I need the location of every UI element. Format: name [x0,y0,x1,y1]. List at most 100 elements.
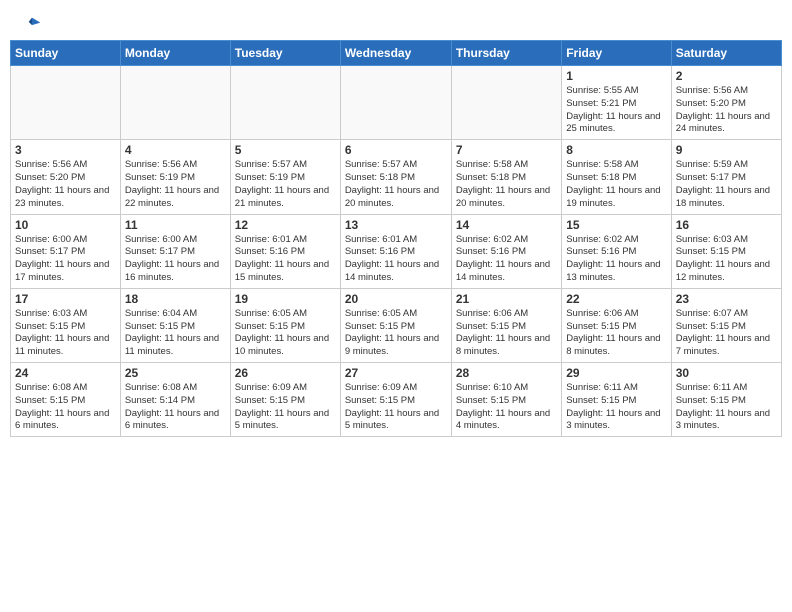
calendar-cell [340,66,451,140]
weekday-friday: Friday [562,41,671,66]
calendar-cell: 9Sunrise: 5:59 AM Sunset: 5:17 PM Daylig… [671,140,781,214]
day-number: 14 [456,218,557,232]
day-info: Sunrise: 6:11 AM Sunset: 5:15 PM Dayligh… [676,382,777,433]
calendar-cell: 1 Sunrise: 5:55 AM Sunset: 5:21 PM Daylig… [562,66,671,140]
calendar-cell: 13 Sunrise: 6:01 AM Sunset: 5:16 PM Dayli… [340,214,451,288]
calendar-cell: 16 Sunrise: 6:03 AM Sunset: 5:15 PM Dayli… [671,214,781,288]
day-number: 3 [15,143,116,157]
calendar-cell: 28Sunrise: 6:10 AM Sunset: 5:15 PM Dayli… [451,363,561,437]
calendar-cell: 23 Sunrise: 6:07 AM Sunset: 5:15 PM Dayli… [671,288,781,362]
day-info: Sunrise: 6:09 AM Sunset: 5:15 PM Dayligh… [345,382,447,433]
calendar-cell: 29 Sunrise: 6:11 AM Sunset: 5:15 PM Dayli… [562,363,671,437]
day-info: Sunrise: 6:01 AM Sunset: 5:16 PM Dayligh… [235,234,336,285]
day-number: 5 [235,143,336,157]
day-info: Sunrise: 6:09 AM Sunset: 5:15 PM Dayligh… [235,382,336,433]
day-info: Sunrise: 6:05 AM Sunset: 5:15 PM Dayligh… [345,308,447,359]
calendar-cell: 2 Sunrise: 5:56 AM Sunset: 5:20 PM Daylig… [671,66,781,140]
calendar-cell: 4Sunrise: 5:56 AM Sunset: 5:19 PM Daylig… [120,140,230,214]
calendar-cell [120,66,230,140]
calendar-cell [451,66,561,140]
day-info: Sunrise: 5:55 AM Sunset: 5:21 PM Dayligh… [566,85,666,136]
day-info: Sunrise: 6:05 AM Sunset: 5:15 PM Dayligh… [235,308,336,359]
calendar-cell: 12 Sunrise: 6:01 AM Sunset: 5:16 PM Dayli… [230,214,340,288]
weekday-thursday: Thursday [451,41,561,66]
day-number: 20 [345,292,447,306]
day-number: 17 [15,292,116,306]
day-number: 11 [125,218,226,232]
day-number: 23 [676,292,777,306]
day-info: Sunrise: 6:02 AM Sunset: 5:16 PM Dayligh… [456,234,557,285]
week-row-2: 3 Sunrise: 5:56 AM Sunset: 5:20 PM Daylig… [11,140,782,214]
day-number: 26 [235,366,336,380]
day-info: Sunrise: 5:56 AM Sunset: 5:20 PM Dayligh… [15,159,116,210]
day-number: 2 [676,69,777,83]
logo-icon [22,16,42,36]
day-number: 19 [235,292,336,306]
weekday-saturday: Saturday [671,41,781,66]
calendar-cell: 3 Sunrise: 5:56 AM Sunset: 5:20 PM Daylig… [11,140,121,214]
calendar-cell: 30Sunrise: 6:11 AM Sunset: 5:15 PM Dayli… [671,363,781,437]
calendar-cell: 6 Sunrise: 5:57 AM Sunset: 5:18 PM Daylig… [340,140,451,214]
day-number: 13 [345,218,447,232]
calendar-cell: 15 Sunrise: 6:02 AM Sunset: 5:16 PM Dayli… [562,214,671,288]
day-info: Sunrise: 6:06 AM Sunset: 5:15 PM Dayligh… [566,308,666,359]
day-info: Sunrise: 6:03 AM Sunset: 5:15 PM Dayligh… [15,308,116,359]
day-info: Sunrise: 6:08 AM Sunset: 5:14 PM Dayligh… [125,382,226,433]
weekday-sunday: Sunday [11,41,121,66]
day-info: Sunrise: 5:57 AM Sunset: 5:18 PM Dayligh… [345,159,447,210]
day-number: 24 [15,366,116,380]
page: SundayMondayTuesdayWednesdayThursdayFrid… [0,0,792,447]
week-row-4: 17 Sunrise: 6:03 AM Sunset: 5:15 PM Dayli… [11,288,782,362]
day-info: Sunrise: 6:06 AM Sunset: 5:15 PM Dayligh… [456,308,557,359]
day-info: Sunrise: 6:11 AM Sunset: 5:15 PM Dayligh… [566,382,666,433]
day-number: 27 [345,366,447,380]
calendar-cell: 5 Sunrise: 5:57 AM Sunset: 5:19 PM Daylig… [230,140,340,214]
calendar-cell: 24 Sunrise: 6:08 AM Sunset: 5:15 PM Dayli… [11,363,121,437]
day-number: 10 [15,218,116,232]
calendar-cell: 26 Sunrise: 6:09 AM Sunset: 5:15 PM Dayli… [230,363,340,437]
day-number: 15 [566,218,666,232]
calendar-cell: 10 Sunrise: 6:00 AM Sunset: 5:17 PM Dayli… [11,214,121,288]
calendar-cell: 8 Sunrise: 5:58 AM Sunset: 5:18 PM Daylig… [562,140,671,214]
day-info: Sunrise: 6:10 AM Sunset: 5:15 PM Dayligh… [456,382,557,433]
logo [20,16,42,32]
day-info: Sunrise: 5:57 AM Sunset: 5:19 PM Dayligh… [235,159,336,210]
day-info: Sunrise: 6:01 AM Sunset: 5:16 PM Dayligh… [345,234,447,285]
day-number: 1 [566,69,666,83]
calendar-table: SundayMondayTuesdayWednesdayThursdayFrid… [10,40,782,437]
week-row-3: 10 Sunrise: 6:00 AM Sunset: 5:17 PM Dayli… [11,214,782,288]
day-number: 25 [125,366,226,380]
day-info: Sunrise: 5:56 AM Sunset: 5:20 PM Dayligh… [676,85,777,136]
day-info: Sunrise: 6:02 AM Sunset: 5:16 PM Dayligh… [566,234,666,285]
weekday-monday: Monday [120,41,230,66]
day-number: 16 [676,218,777,232]
calendar-wrapper: SundayMondayTuesdayWednesdayThursdayFrid… [0,40,792,447]
day-info: Sunrise: 6:00 AM Sunset: 5:17 PM Dayligh… [15,234,116,285]
day-number: 8 [566,143,666,157]
day-info: Sunrise: 6:03 AM Sunset: 5:15 PM Dayligh… [676,234,777,285]
weekday-wednesday: Wednesday [340,41,451,66]
day-number: 29 [566,366,666,380]
day-info: Sunrise: 5:58 AM Sunset: 5:18 PM Dayligh… [566,159,666,210]
calendar-cell: 27 Sunrise: 6:09 AM Sunset: 5:15 PM Dayli… [340,363,451,437]
day-info: Sunrise: 6:00 AM Sunset: 5:17 PM Dayligh… [125,234,226,285]
day-info: Sunrise: 5:56 AM Sunset: 5:19 PM Dayligh… [125,159,226,210]
day-number: 12 [235,218,336,232]
day-number: 7 [456,143,557,157]
calendar-cell: 17 Sunrise: 6:03 AM Sunset: 5:15 PM Dayli… [11,288,121,362]
calendar-cell: 20 Sunrise: 6:05 AM Sunset: 5:15 PM Dayli… [340,288,451,362]
calendar-cell: 7 Sunrise: 5:58 AM Sunset: 5:18 PM Daylig… [451,140,561,214]
day-number: 6 [345,143,447,157]
day-number: 22 [566,292,666,306]
week-row-1: 1 Sunrise: 5:55 AM Sunset: 5:21 PM Daylig… [11,66,782,140]
day-info: Sunrise: 6:07 AM Sunset: 5:15 PM Dayligh… [676,308,777,359]
day-info: Sunrise: 6:08 AM Sunset: 5:15 PM Dayligh… [15,382,116,433]
calendar-cell: 21 Sunrise: 6:06 AM Sunset: 5:15 PM Dayli… [451,288,561,362]
day-info: Sunrise: 6:04 AM Sunset: 5:15 PM Dayligh… [125,308,226,359]
day-info: Sunrise: 5:58 AM Sunset: 5:18 PM Dayligh… [456,159,557,210]
weekday-header-row: SundayMondayTuesdayWednesdayThursdayFrid… [11,41,782,66]
calendar-cell [230,66,340,140]
day-number: 21 [456,292,557,306]
calendar-cell: 14 Sunrise: 6:02 AM Sunset: 5:16 PM Dayli… [451,214,561,288]
header [0,0,792,40]
